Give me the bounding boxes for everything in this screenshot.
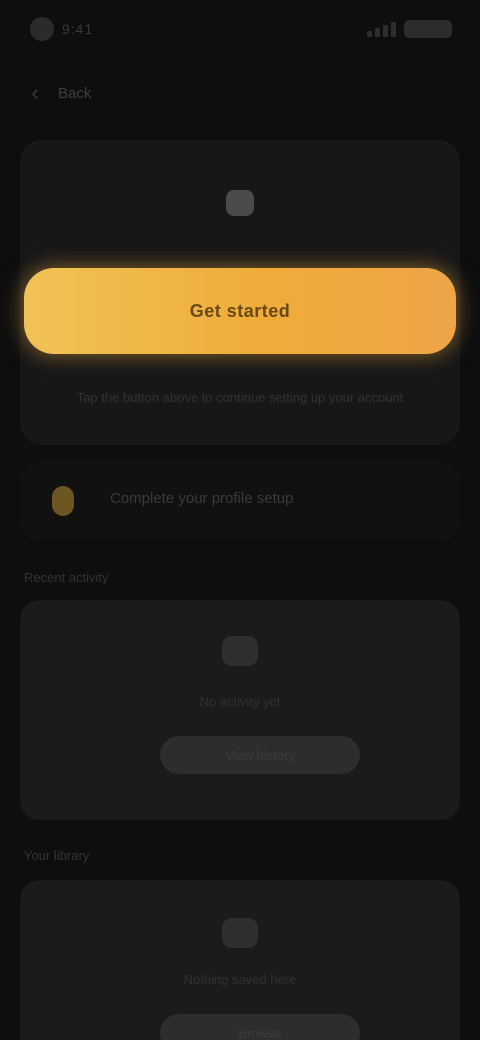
view-history-button[interactable]: View history — [160, 736, 360, 774]
section-card-recent: No activity yet View history — [20, 600, 460, 820]
cta-label: Get started — [189, 300, 291, 321]
status-bar: 9:41 — [0, 0, 480, 60]
section-card-library: Nothing saved here Browse — [20, 880, 460, 1040]
info-text: Complete your profile setup — [110, 490, 294, 507]
status-left: 9:41 — [30, 14, 93, 44]
section-text-library: Nothing saved here — [183, 972, 297, 987]
signal-bars-icon — [367, 21, 396, 37]
get-started-button[interactable]: Get started — [24, 268, 456, 354]
browse-button[interactable]: Browse — [160, 1014, 360, 1040]
nav-title[interactable]: Back — [58, 85, 91, 102]
info-row[interactable]: Complete your profile setup — [20, 462, 460, 540]
top-nav[interactable]: ‹ Back — [22, 76, 91, 110]
view-history-label: View history — [225, 747, 295, 763]
chevron-left-icon[interactable]: ‹ — [22, 80, 48, 106]
bolt-icon — [48, 484, 78, 518]
status-right — [367, 18, 452, 40]
status-time: 9:41 — [62, 21, 94, 37]
section-header-library: Your library — [24, 848, 90, 863]
sparkle-icon — [225, 188, 255, 218]
battery-icon — [404, 20, 452, 38]
clock-icon — [220, 634, 260, 668]
card-caption: Tap the button above to continue setting… — [76, 390, 404, 405]
browse-label: Browse — [238, 1025, 282, 1040]
folder-icon — [220, 916, 260, 950]
section-header-recent: Recent activity — [24, 570, 109, 585]
section-text-recent: No activity yet — [199, 694, 281, 709]
app-logo-icon — [30, 17, 54, 41]
app-screen: 9:41 ‹ Back Get started Tap the button a… — [0, 0, 480, 1040]
